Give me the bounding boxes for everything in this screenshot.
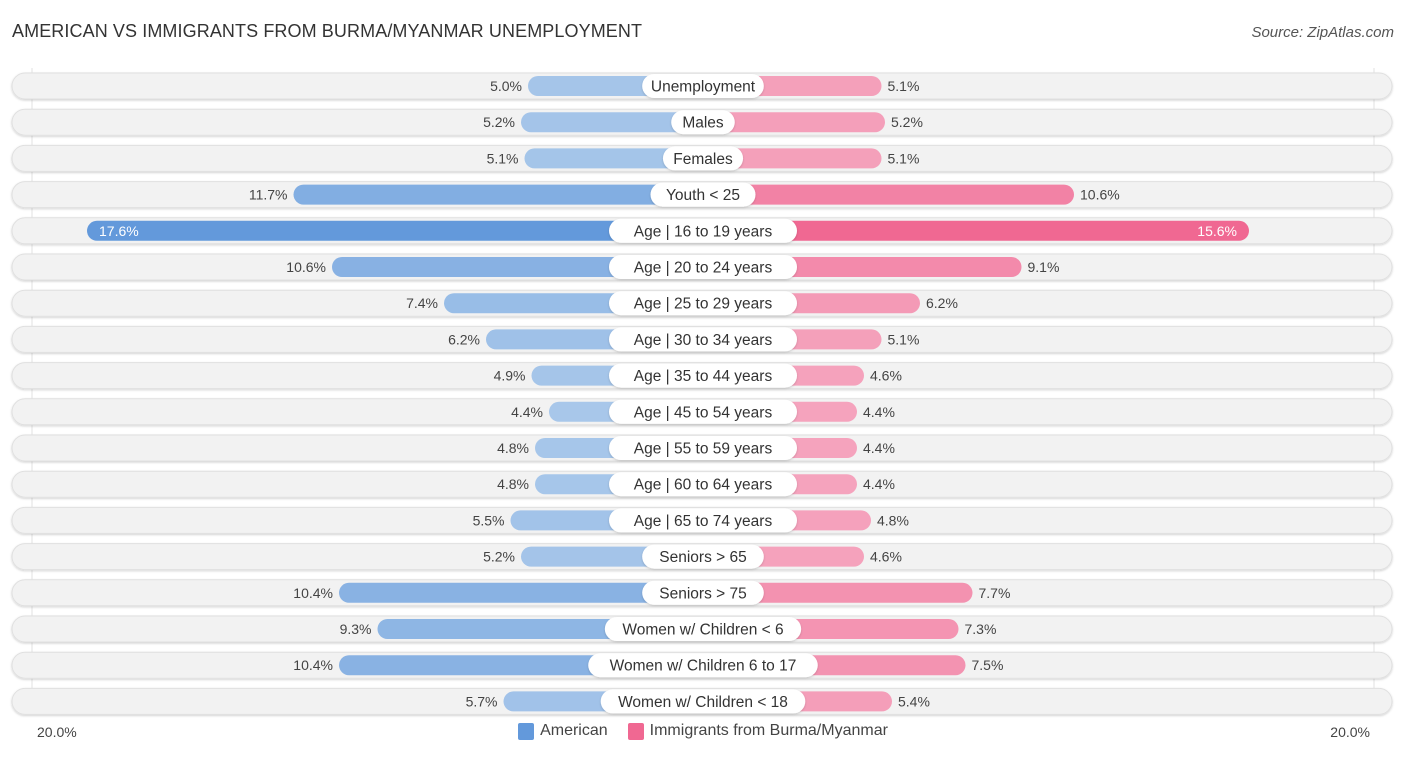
category-label: Unemployment bbox=[651, 79, 756, 96]
legend-item-american[interactable]: American bbox=[518, 722, 608, 740]
category-label: Age | 35 to 44 years bbox=[634, 368, 773, 385]
value-label-immigrants: 4.4% bbox=[863, 404, 895, 420]
value-label-immigrants: 5.4% bbox=[898, 693, 930, 709]
value-label-american: 6.2% bbox=[448, 331, 480, 347]
value-label-immigrants: 4.6% bbox=[870, 549, 902, 565]
legend-label-american: American bbox=[540, 722, 608, 739]
category-label: Seniors > 65 bbox=[659, 549, 746, 566]
value-label-american: 5.7% bbox=[466, 693, 498, 709]
value-label-immigrants: 5.1% bbox=[888, 331, 920, 347]
legend-swatch-immigrants bbox=[627, 722, 644, 740]
category-label: Seniors > 75 bbox=[659, 585, 746, 602]
value-label-american: 9.3% bbox=[340, 621, 372, 637]
value-label-american: 4.8% bbox=[497, 476, 529, 492]
category-label: Age | 65 to 74 years bbox=[634, 513, 773, 530]
category-label: Males bbox=[682, 115, 724, 132]
value-label-american: 10.6% bbox=[286, 259, 326, 275]
value-label-american: 4.9% bbox=[494, 368, 526, 384]
category-label: Women w/ Children < 18 bbox=[618, 694, 788, 711]
value-label-immigrants: 4.8% bbox=[877, 512, 909, 528]
value-label-immigrants: 6.2% bbox=[926, 295, 958, 311]
value-label-immigrants: 4.4% bbox=[863, 476, 895, 492]
value-label-american: 5.1% bbox=[487, 150, 519, 166]
legend: American Immigrants from Burma/Myanmar bbox=[0, 722, 1406, 740]
value-label-immigrants: 4.4% bbox=[863, 440, 895, 456]
value-label-american: 4.8% bbox=[497, 440, 529, 456]
value-label-immigrants: 9.1% bbox=[1028, 259, 1060, 275]
category-label: Age | 25 to 29 years bbox=[634, 296, 773, 313]
value-label-american: 5.0% bbox=[490, 78, 522, 94]
category-label: Age | 20 to 24 years bbox=[634, 260, 773, 277]
value-label-american: 5.2% bbox=[483, 114, 515, 130]
value-label-american: 10.4% bbox=[293, 657, 333, 673]
category-label: Youth < 25 bbox=[666, 187, 740, 204]
value-label-american: 11.7% bbox=[249, 187, 288, 203]
value-label-immigrants: 7.5% bbox=[972, 657, 1004, 673]
value-label-immigrants: 10.6% bbox=[1080, 187, 1120, 203]
category-label: Age | 60 to 64 years bbox=[634, 477, 773, 494]
value-label-american: 5.5% bbox=[473, 512, 505, 528]
value-label-immigrants: 5.1% bbox=[888, 150, 920, 166]
value-label-immigrants: 4.6% bbox=[870, 368, 902, 384]
legend-label-immigrants: Immigrants from Burma/Myanmar bbox=[649, 722, 888, 739]
category-label: Age | 45 to 54 years bbox=[634, 404, 773, 421]
bar-american bbox=[293, 184, 713, 205]
value-label-american: 17.6% bbox=[99, 223, 139, 239]
value-label-immigrants: 5.2% bbox=[891, 114, 923, 130]
value-label-american: 7.4% bbox=[406, 295, 438, 311]
category-label: Females bbox=[673, 151, 733, 168]
category-label: Age | 16 to 19 years bbox=[634, 223, 773, 240]
value-label-immigrants: 15.6% bbox=[1197, 223, 1237, 239]
value-label-american: 10.4% bbox=[293, 585, 333, 601]
value-label-american: 5.2% bbox=[483, 549, 515, 565]
legend-item-immigrants[interactable]: Immigrants from Burma/Myanmar bbox=[627, 722, 888, 740]
legend-swatch-american bbox=[518, 722, 535, 740]
category-label: Age | 55 to 59 years bbox=[634, 441, 773, 458]
value-label-immigrants: 7.7% bbox=[979, 585, 1011, 601]
value-label-immigrants: 7.3% bbox=[965, 621, 997, 637]
category-label: Age | 30 to 34 years bbox=[634, 332, 773, 349]
value-label-american: 4.4% bbox=[511, 404, 543, 420]
category-label: Women w/ Children < 6 bbox=[622, 622, 783, 639]
value-label-immigrants: 5.1% bbox=[888, 78, 920, 94]
chart-area: 5.0% 5.1% Unemployment 5.2% 5.2% Males 5.1% 5.1… bbox=[11, 68, 1393, 715]
category-label: Women w/ Children 6 to 17 bbox=[610, 658, 797, 675]
